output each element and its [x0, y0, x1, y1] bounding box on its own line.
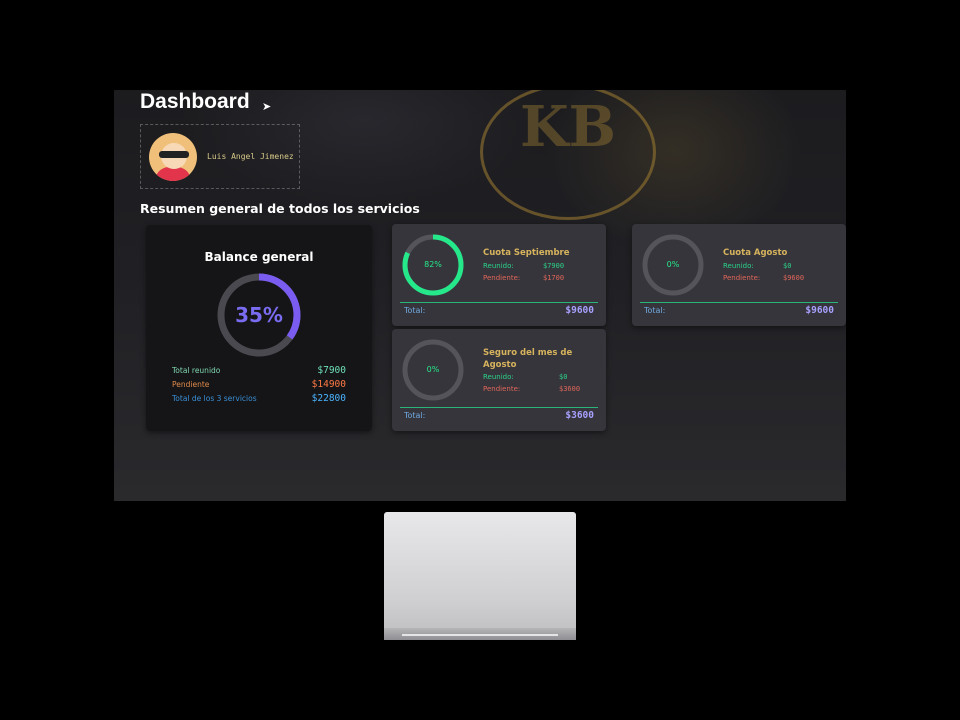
balance-percent: 35%	[235, 303, 283, 327]
service-pendiente: Pendiente: $1700	[483, 274, 567, 282]
total-label: Total:	[404, 306, 426, 315]
balance-title: Balance general	[204, 250, 314, 264]
pendiente-label: Pendiente:	[483, 274, 521, 282]
user-profile[interactable]: Luis Angel Jimenez	[140, 124, 300, 189]
user-name: Luis Angel Jimenez	[207, 152, 294, 161]
balance-row-total: Total de los 3 servicios $22800	[172, 393, 346, 405]
service-percent: 0%	[426, 365, 440, 374]
reunido-value: $0	[783, 262, 792, 270]
divider	[640, 302, 838, 303]
service-card-seguro-agosto[interactable]: 0% Seguro del mes de Agosto Reunido: $0 …	[392, 329, 606, 431]
service-pendiente: Pendiente: $3600	[483, 385, 580, 393]
monitor-stand-highlight	[402, 634, 558, 636]
background-emblem-letters: KB	[519, 94, 616, 160]
total-value: $9600	[805, 305, 834, 316]
service-card-cuota-septiembre[interactable]: 82% Cuota Septiembre Reunido: $7900 Pend…	[392, 224, 606, 326]
service-reunido: Reunido: $0	[723, 262, 807, 270]
pendiente-value: $3600	[559, 385, 581, 393]
avatar	[149, 133, 197, 181]
reunido-label: Reunido:	[483, 373, 514, 381]
rocket-icon: ➤	[262, 100, 272, 113]
service-card-cuota-agosto[interactable]: 0% Cuota Agosto Reunido: $0 Pendiente: $…	[632, 224, 846, 326]
balance-row-label: Total reunido	[172, 366, 221, 375]
service-percent: 82%	[424, 260, 442, 269]
pendiente-value: $9600	[783, 274, 805, 282]
divider	[400, 407, 598, 408]
page-title: Dashboard	[140, 90, 250, 113]
total-value: $3600	[565, 410, 594, 421]
pendiente-label: Pendiente:	[723, 274, 761, 282]
balance-row-value: $14900	[311, 379, 346, 390]
service-name: Cuota Septiembre	[483, 248, 570, 258]
balance-row-value: $22800	[311, 393, 346, 404]
service-name: Seguro del mes de Agosto	[483, 348, 573, 370]
total-value: $9600	[565, 305, 594, 316]
balance-row-label: Pendiente	[172, 380, 210, 389]
balance-row-label: Total de los 3 servicios	[172, 394, 257, 403]
service-reunido: Reunido: $7900	[483, 262, 567, 270]
reunido-label: Reunido:	[723, 262, 754, 270]
divider	[400, 302, 598, 303]
balance-row-value: $7900	[317, 365, 346, 376]
balance-card: Balance general 35% Total reunido $7900 …	[146, 225, 372, 431]
pendiente-label: Pendiente:	[483, 385, 521, 393]
service-percent: 0%	[666, 260, 680, 269]
pendiente-value: $1700	[543, 274, 565, 282]
service-pendiente: Pendiente: $9600	[723, 274, 807, 282]
balance-row-reunido: Total reunido $7900	[172, 365, 346, 377]
total-label: Total:	[404, 411, 426, 420]
monitor-screen: KB Dashboard ➤ Luis Angel Jimenez Resume…	[114, 90, 846, 501]
reunido-value: $7900	[543, 262, 565, 270]
balance-row-pendiente: Pendiente $14900	[172, 379, 346, 391]
section-title: Resumen general de todos los servicios	[140, 201, 420, 216]
service-name: Cuota Agosto	[723, 248, 788, 258]
service-reunido: Reunido: $0	[483, 373, 567, 381]
reunido-value: $0	[559, 373, 568, 381]
monitor-stand	[384, 512, 576, 640]
total-label: Total:	[644, 306, 666, 315]
reunido-label: Reunido:	[483, 262, 514, 270]
